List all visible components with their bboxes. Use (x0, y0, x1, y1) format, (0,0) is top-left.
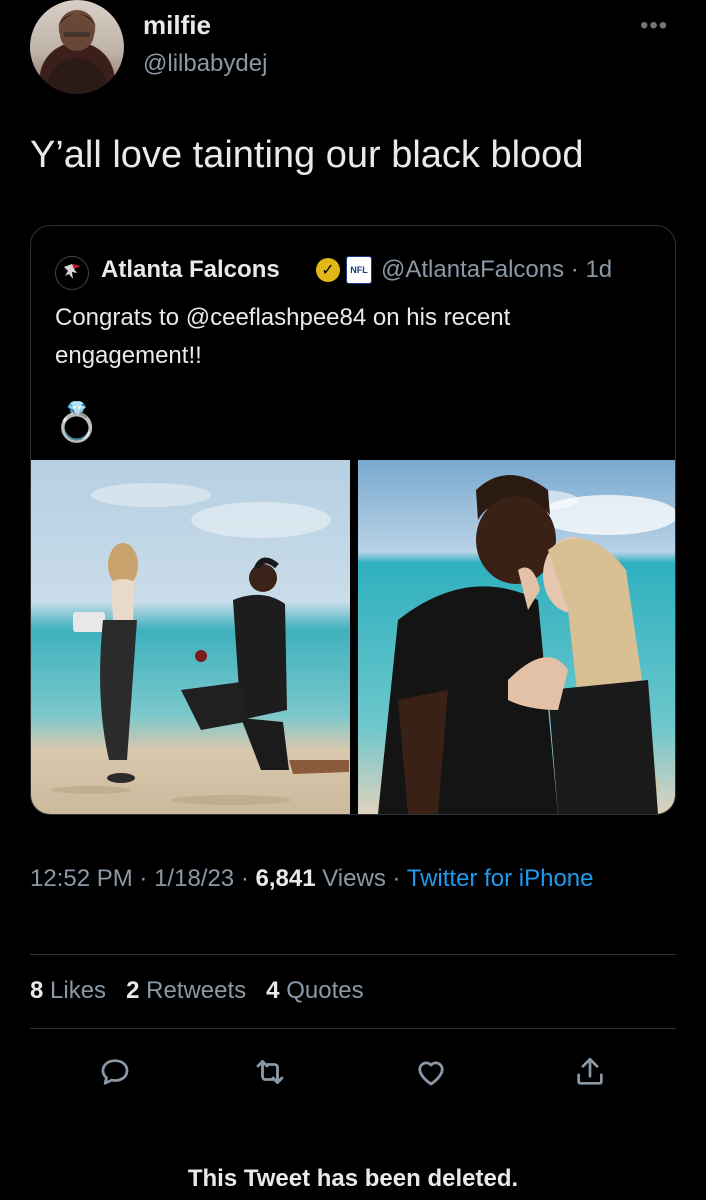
author-handle[interactable]: @lilbabydej (143, 50, 267, 78)
quotes-stat[interactable]: 4 Quotes (266, 977, 363, 1004)
proposal-photo[interactable] (31, 460, 350, 814)
quotes-label: Quotes (286, 977, 364, 1004)
views-label: Views (322, 865, 386, 892)
nfl-affiliate-icon: NFL (346, 256, 372, 284)
quoted-tweet-card[interactable]: Atlanta Falcons ✓ NFL @AtlantaFalcons · … (30, 225, 676, 815)
tweet-time: 12:52 PM (30, 865, 133, 892)
deleted-notice: This Tweet has been deleted. (187, 1165, 519, 1192)
divider (30, 1028, 676, 1029)
retweets-stat[interactable]: 2 Retweets (126, 977, 246, 1004)
divider (30, 954, 676, 955)
reply-icon (101, 1059, 129, 1085)
quoted-text: Congrats to @ceeflashpee84 on his recent… (55, 304, 511, 369)
like-button[interactable] (411, 1052, 451, 1092)
kiss-photo[interactable] (358, 460, 675, 814)
likes-count: 8 (30, 977, 44, 1004)
reply-button[interactable] (95, 1052, 135, 1092)
retweet-icon (256, 1060, 284, 1084)
heart-icon (418, 1061, 444, 1086)
likes-label: Likes (50, 977, 107, 1004)
avatar[interactable] (30, 0, 124, 94)
likes-stat[interactable]: 8 Likes (30, 977, 106, 1004)
quoted-handle-time[interactable]: @AtlantaFalcons · 1d (381, 256, 612, 284)
falcons-logo-icon (55, 256, 89, 290)
retweets-label: Retweets (146, 977, 247, 1004)
tweet-meta: 12:52 PM · 1/18/23 · 6,841 Views · Twitt… (30, 865, 594, 892)
tweet-text: Y’all love tainting our black blood (30, 134, 584, 176)
retweet-button[interactable] (250, 1052, 290, 1092)
engagement-stats: 8 Likes 2 Retweets 4 Quotes (30, 977, 364, 1005)
tweet-source-link[interactable]: Twitter for iPhone (407, 865, 594, 892)
more-options-icon[interactable]: ••• (640, 12, 668, 40)
share-button[interactable] (570, 1052, 610, 1092)
views-count: 6,841 (255, 865, 316, 892)
ring-emoji: 💍 (53, 402, 101, 444)
author-name[interactable]: milfie (143, 10, 211, 41)
quotes-count: 4 (266, 977, 280, 1004)
share-icon (577, 1057, 603, 1085)
tweet-date: 1/18/23 (154, 865, 235, 892)
verified-badge-icon: ✓ (316, 258, 340, 282)
retweets-count: 2 (126, 977, 140, 1004)
quoted-author-name[interactable]: Atlanta Falcons (101, 256, 280, 284)
